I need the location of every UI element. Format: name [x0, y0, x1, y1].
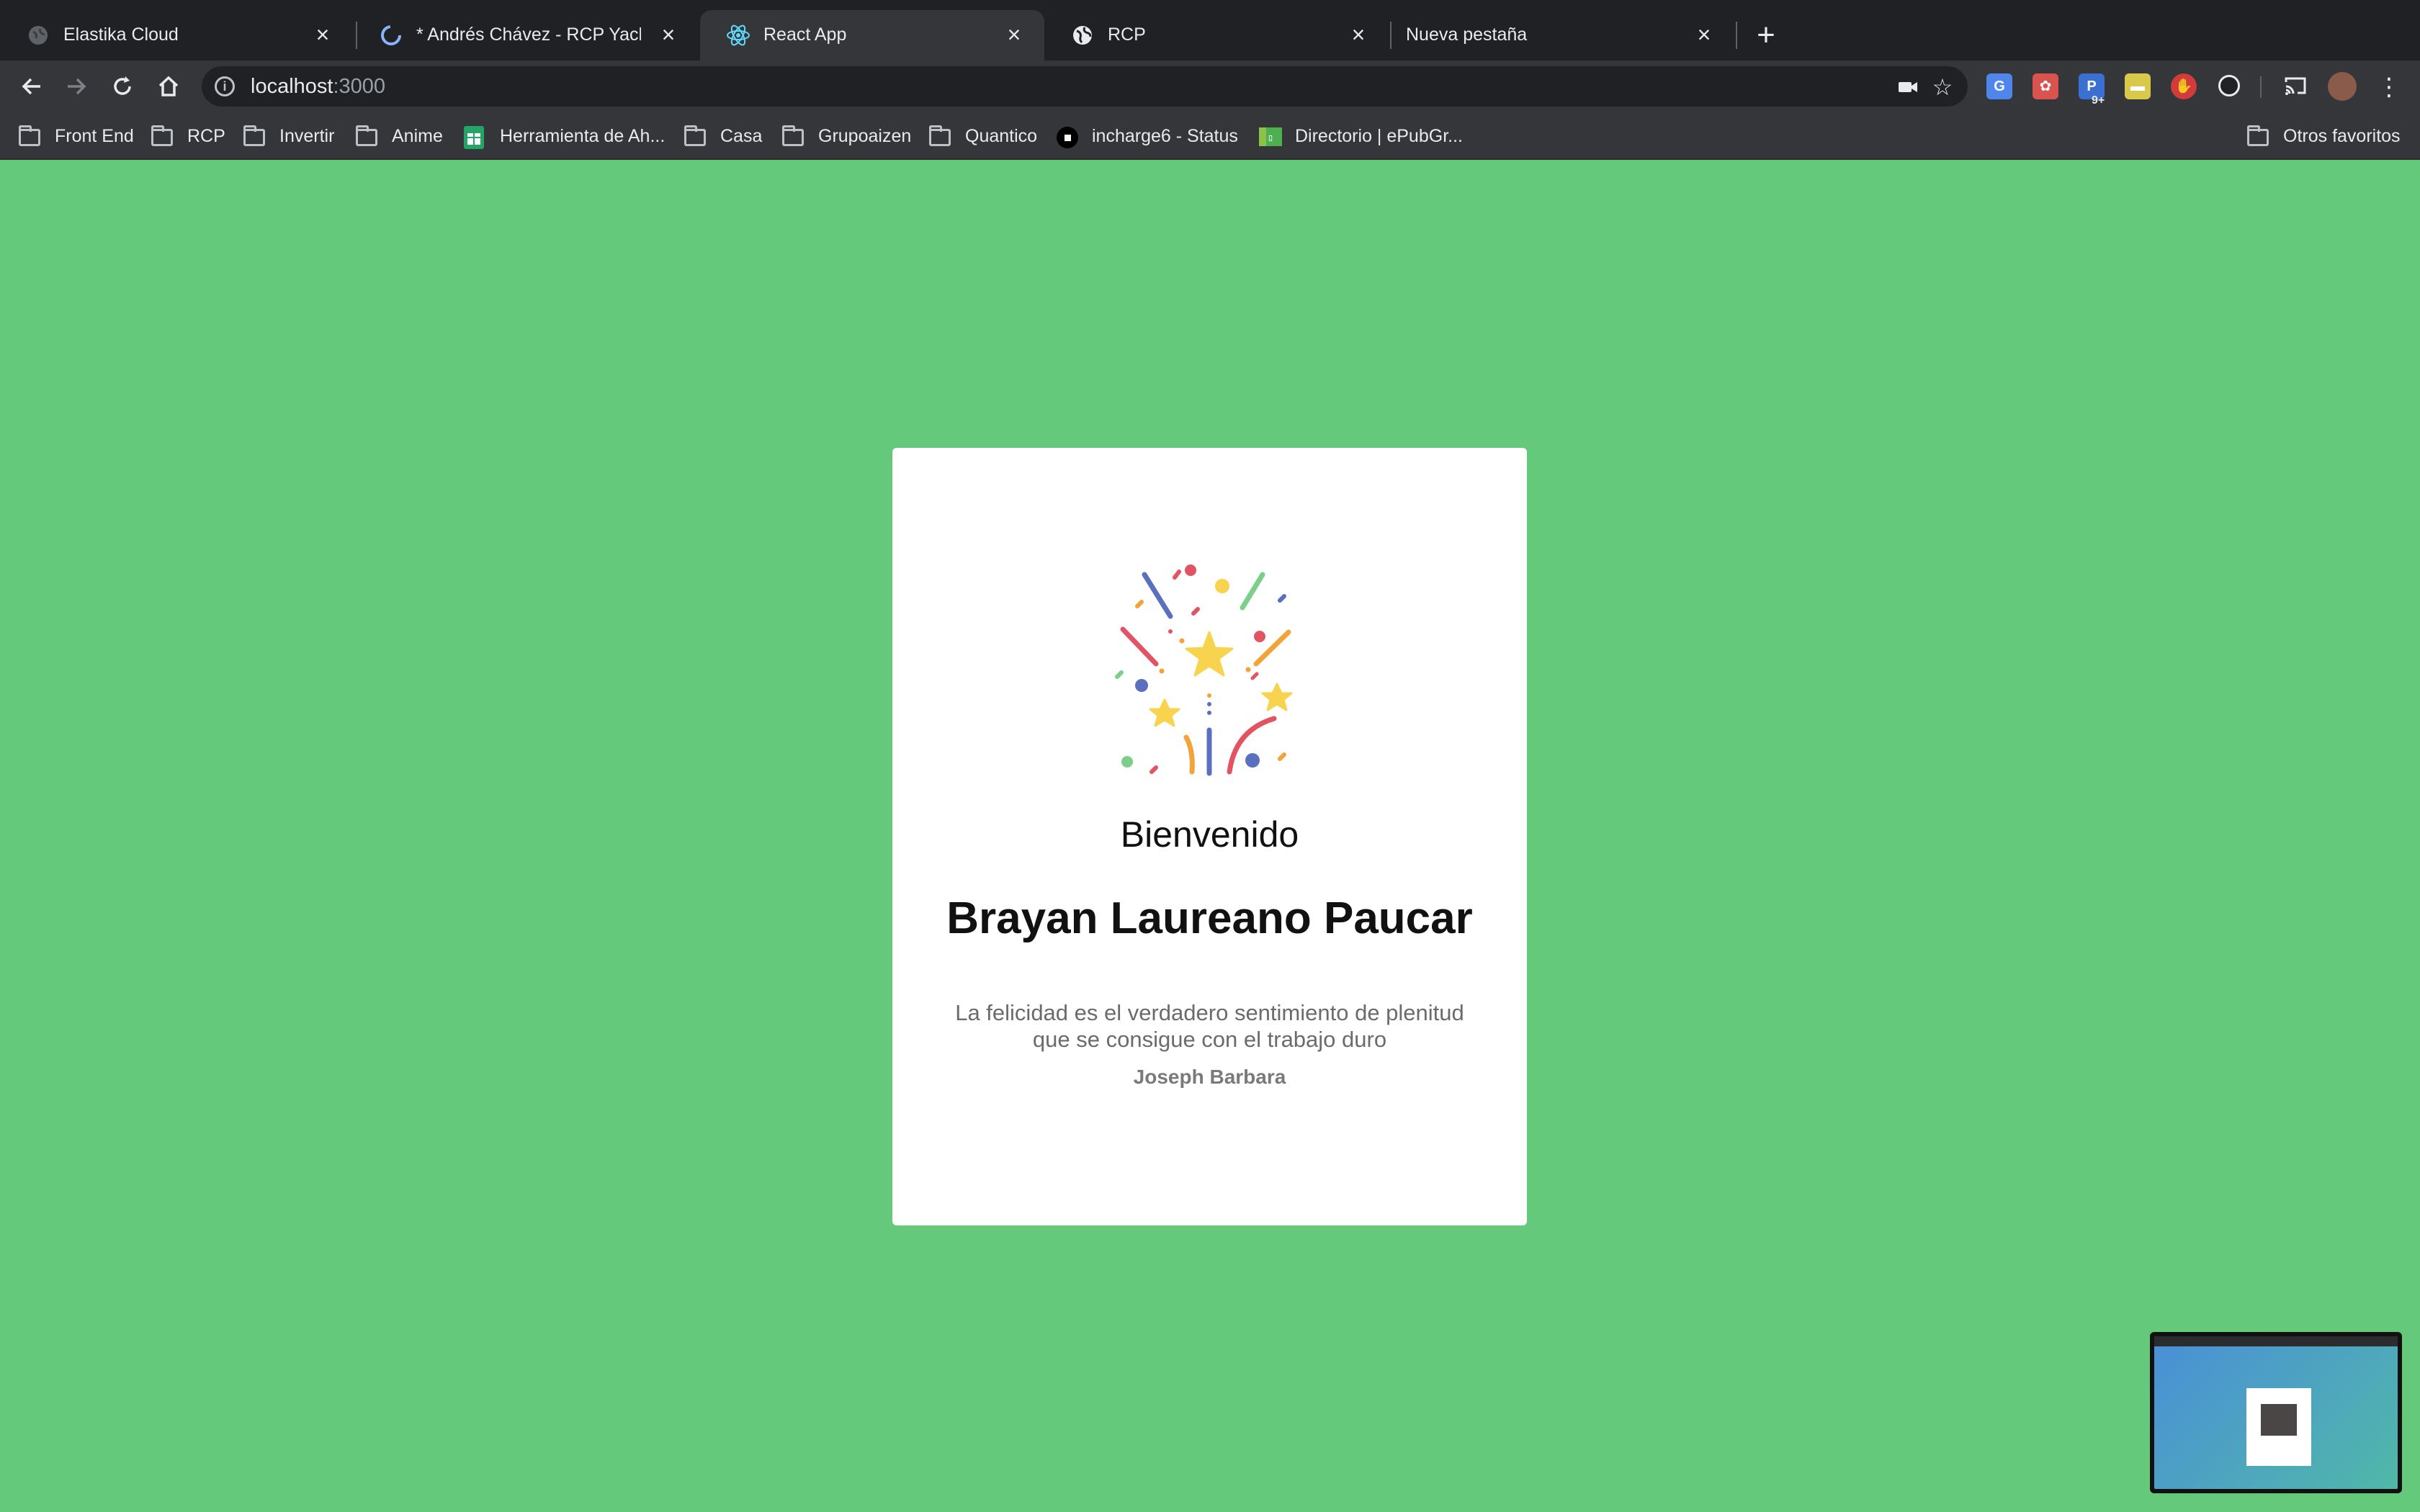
user-name: Brayan Laureano Paucar — [946, 894, 1473, 943]
bookmark-label: RCP — [187, 125, 225, 146]
new-tab-plus-icon[interactable]: + — [1750, 16, 1782, 55]
bookmark-invertir[interactable]: Invertir — [243, 122, 334, 150]
folder-icon — [684, 125, 707, 146]
tab-react-app[interactable]: React App × — [700, 10, 1044, 60]
circle-extension-icon[interactable] — [2218, 75, 2240, 96]
globe-icon — [1070, 23, 1095, 48]
preview-browser-bar — [2154, 1336, 2398, 1346]
bookmark-casa[interactable]: Casa — [684, 122, 762, 150]
bookmark-label: Anime — [392, 125, 443, 146]
tab-andres-chavez[interactable]: * Andrés Chávez - RCP Yachay M × — [353, 10, 699, 60]
extension-badge-icon[interactable]: P 9+ — [2079, 73, 2105, 107]
quote-author: Joseph Barbara — [1133, 1066, 1286, 1088]
epub-icon: ﾛ — [1259, 126, 1282, 146]
folder-icon — [356, 125, 379, 146]
bookmark-label: incharge6 - Status — [1092, 125, 1238, 146]
bookmark-directorio[interactable]: ﾛ Directorio | ePubGr... — [1259, 122, 1463, 150]
tab-rcp[interactable]: RCP × — [1044, 10, 1389, 60]
tab-title: Elastika Cloud — [63, 24, 179, 45]
tab-nueva-pestana[interactable]: Nueva pestaña × — [1390, 10, 1734, 60]
tab-separator — [1736, 22, 1737, 49]
svg-text:ﾛ: ﾛ — [1268, 133, 1273, 143]
folder-icon — [243, 125, 266, 146]
translate-extension-icon[interactable]: G — [1986, 73, 2012, 99]
folder-icon — [151, 125, 174, 146]
bookmark-label: Invertir — [279, 125, 335, 146]
tab-title: RCP — [1108, 24, 1146, 45]
preview-card — [2246, 1388, 2311, 1466]
bookmark-grupoaizen[interactable]: Grupoaizen — [782, 122, 911, 150]
folder-icon — [782, 125, 805, 146]
stop-hand-extension-icon[interactable]: ✋ — [2171, 73, 2197, 99]
more-menu-icon[interactable]: ⋮ — [2377, 75, 2401, 99]
tab-title: Nueva pestaña — [1406, 24, 1528, 45]
tab-elastika-cloud[interactable]: Elastika Cloud × — [0, 10, 353, 60]
bookmark-label: Otros favoritos — [2283, 125, 2401, 146]
site-info-icon[interactable]: i — [215, 76, 235, 96]
bookmark-otros-favoritos[interactable]: Otros favoritos — [2247, 122, 2401, 150]
quote-line: La felicidad es el verdadero sentimiento… — [955, 1000, 1464, 1025]
bookmark-anime[interactable]: Anime — [356, 122, 443, 150]
loading-icon — [379, 23, 403, 48]
folder-icon — [929, 125, 952, 146]
bookmark-label: Herramienta de Ah... — [500, 125, 666, 146]
confetti-stars-icon — [1115, 564, 1293, 776]
profile-avatar[interactable] — [2328, 72, 2357, 101]
bookmark-front-end[interactable]: Front End — [19, 122, 134, 150]
extension-icon[interactable]: ✿ — [2033, 73, 2058, 99]
bookmark-label: Directorio | ePubGr... — [1295, 125, 1463, 146]
toolbar-divider — [2260, 76, 2262, 98]
camera-icon[interactable] — [1896, 75, 1920, 99]
home-icon[interactable] — [150, 68, 187, 105]
react-icon — [726, 23, 750, 48]
close-icon[interactable]: × — [1001, 22, 1027, 48]
tab-strip: Elastika Cloud × * Andrés Chávez - RCP Y… — [0, 0, 2420, 60]
quote-line: que se consigue con el trabajo duro — [1032, 1027, 1387, 1052]
globe-icon — [26, 23, 50, 48]
sheets-icon — [464, 126, 487, 149]
preview-screen — [2154, 1336, 2398, 1489]
forward-arrow-icon[interactable] — [58, 68, 95, 105]
close-icon[interactable]: × — [310, 22, 336, 48]
folder-icon — [19, 125, 42, 146]
picture-in-picture-preview[interactable] — [2150, 1332, 2402, 1493]
bookmark-quantico[interactable]: Quantico — [929, 122, 1037, 150]
address-url: localhost:3000 — [251, 75, 385, 99]
notes-extension-icon[interactable]: ▬ — [2125, 73, 2151, 99]
welcome-heading: Bienvenido — [1120, 814, 1299, 855]
close-icon[interactable]: × — [655, 22, 681, 48]
extension-badge: 9+ — [2092, 94, 2105, 107]
preview-photo — [2261, 1404, 2297, 1436]
cast-icon[interactable] — [2283, 75, 2308, 99]
bookmark-incharge6[interactable]: incharge6 - Status — [1056, 122, 1238, 150]
bookmark-label: Casa — [720, 125, 763, 146]
bookmark-label: Grupoaizen — [818, 125, 912, 146]
folder-icon — [2247, 125, 2270, 146]
tab-title: * Andrés Chávez - RCP Yachay M — [416, 24, 641, 45]
bookmark-label: Quantico — [965, 125, 1038, 146]
url-port: :3000 — [333, 75, 386, 98]
reload-icon[interactable] — [104, 68, 141, 105]
bookmarks-bar: Front End RCP Invertir Anime Herramienta… — [0, 112, 2420, 160]
star-bookmark-icon[interactable]: ☆ — [1930, 75, 1955, 99]
status-icon — [1056, 126, 1079, 148]
quote-text: La felicidad es el verdadero sentimiento… — [936, 999, 1484, 1053]
back-arrow-icon[interactable] — [13, 68, 50, 105]
bookmark-herramienta[interactable]: Herramienta de Ah... — [464, 122, 665, 150]
close-icon[interactable]: × — [1345, 22, 1371, 48]
bookmark-label: Front End — [55, 125, 134, 146]
address-bar[interactable]: i localhost:3000 ☆ — [202, 66, 1968, 107]
bookmark-rcp[interactable]: RCP — [151, 122, 225, 150]
welcome-card: Bienvenido Brayan Laureano Paucar La fel… — [892, 448, 1527, 1225]
tab-title: React App — [763, 24, 847, 45]
close-icon[interactable]: × — [1691, 22, 1717, 48]
url-host: localhost — [251, 75, 333, 98]
browser-toolbar: i localhost:3000 ☆ G ✿ P 9+ ▬ ✋ ⋮ — [0, 60, 2420, 112]
